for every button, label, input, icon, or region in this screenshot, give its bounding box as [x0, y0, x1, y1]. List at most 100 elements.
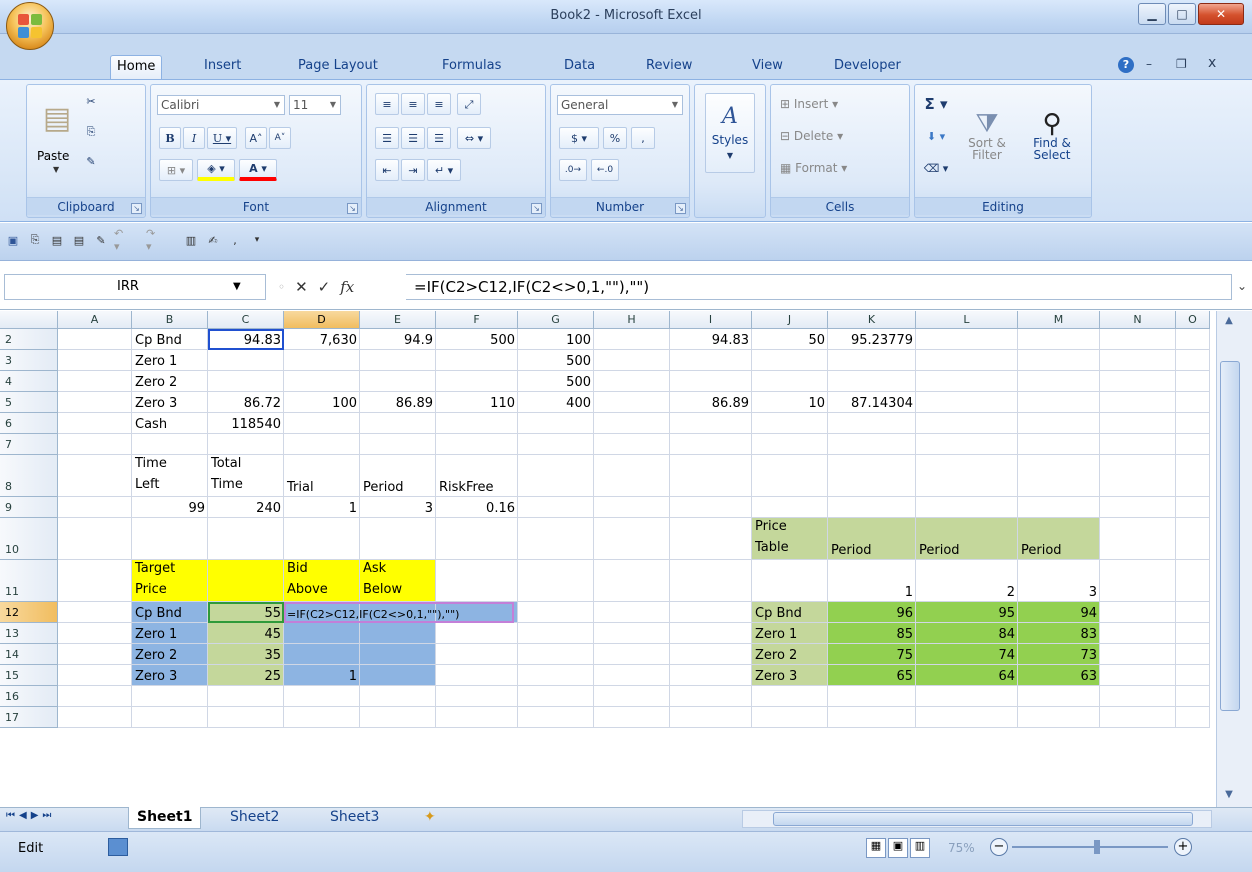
shrink-font-icon[interactable]: A˅	[269, 127, 291, 149]
maximize-button[interactable]: □	[1168, 3, 1196, 25]
doc-close-button[interactable]: x	[1208, 55, 1216, 71]
cell-g3[interactable]: 500	[518, 350, 594, 371]
cell-m13[interactable]: 83	[1018, 623, 1100, 644]
cell-e11[interactable]: Ask Below	[360, 560, 436, 602]
cell-c12[interactable]: 55	[208, 602, 284, 623]
expand-formula-bar-icon[interactable]: ⌄	[1234, 274, 1250, 300]
row-header-8[interactable]: 8	[0, 455, 58, 497]
cell-k2[interactable]: 95.23779	[828, 329, 916, 350]
redo-icon[interactable]: ↷ ▾	[146, 227, 164, 253]
cell-i5[interactable]: 86.89	[670, 392, 752, 413]
close-button[interactable]: ✕	[1198, 3, 1244, 25]
cell-l15[interactable]: 64	[916, 665, 1018, 686]
office-button[interactable]	[6, 2, 54, 50]
horizontal-scrollbar[interactable]	[742, 810, 1212, 828]
zoom-slider[interactable]	[1012, 846, 1168, 848]
doc-restore-button[interactable]: ❐	[1176, 57, 1187, 71]
row-header-2[interactable]: 2	[0, 329, 58, 350]
cell-b6[interactable]: Cash	[132, 413, 208, 434]
sheet-tab-sheet2[interactable]: Sheet2	[222, 807, 287, 829]
sort-filter-button[interactable]: ⧩ Sort & Filter	[957, 91, 1017, 181]
column-header-c[interactable]: C	[208, 311, 284, 329]
cell-c6[interactable]: 118540	[208, 413, 284, 434]
cell-d2[interactable]: 7,630	[284, 329, 360, 350]
cell-b13[interactable]: Zero 1	[132, 623, 208, 644]
cell-m12[interactable]: 94	[1018, 602, 1100, 623]
cell-b8[interactable]: Time Left	[132, 455, 208, 497]
font-launcher-icon[interactable]: ↘	[347, 203, 358, 214]
cell-f9[interactable]: 0.16	[436, 497, 518, 518]
chevron-down-icon[interactable]: ▼	[233, 275, 241, 299]
format-painter-icon[interactable]: ✎	[81, 151, 101, 171]
cell-k11[interactable]: 1	[828, 560, 916, 602]
cell-b4[interactable]: Zero 2	[132, 371, 208, 392]
row-header-17[interactable]: 17	[0, 707, 58, 728]
align-left-icon[interactable]: ☰	[375, 127, 399, 149]
cell-f8[interactable]: RiskFree	[436, 455, 518, 497]
cell-d8[interactable]: Trial	[284, 455, 360, 497]
cell-c15[interactable]: 25	[208, 665, 284, 686]
align-middle-icon[interactable]: ≡	[401, 93, 425, 115]
column-header-b[interactable]: B	[132, 311, 208, 329]
paste-icon[interactable]: ▤	[48, 231, 66, 249]
normal-view-icon[interactable]: ▦	[866, 838, 886, 858]
cell-j10[interactable]: Price Table	[752, 518, 828, 560]
format-cells-button[interactable]: ▦ Format ▾	[779, 157, 889, 179]
column-header-m[interactable]: M	[1018, 311, 1100, 329]
font-name-combo[interactable]: Calibri ▼	[157, 95, 285, 115]
tab-data[interactable]: Data	[558, 55, 601, 79]
row-header-15[interactable]: 15	[0, 665, 58, 686]
page-break-view-icon[interactable]: ▥	[910, 838, 930, 858]
zoom-in-icon[interactable]: +	[1174, 838, 1192, 856]
align-center-icon[interactable]: ☰	[401, 127, 425, 149]
italic-button[interactable]: I	[183, 127, 205, 149]
cell-k14[interactable]: 75	[828, 644, 916, 665]
copy-icon[interactable]: ⎘	[26, 231, 44, 249]
cell-m11[interactable]: 3	[1018, 560, 1100, 602]
align-top-icon[interactable]: ≡	[375, 93, 399, 115]
cell-c2[interactable]: 94.83	[208, 329, 284, 350]
cell-e2[interactable]: 94.9	[360, 329, 436, 350]
cell-l10[interactable]: Period	[916, 518, 1018, 560]
styles-button[interactable]: A Styles ▼	[705, 93, 755, 173]
worksheet-grid[interactable]: A B C D E F G H I J K L M N O 2 3 4 5 6 7 8 9 10 11 12 13 14 15 16 17 C…	[0, 311, 1216, 807]
tab-home[interactable]: Home	[110, 55, 163, 79]
tab-formulas[interactable]: Formulas	[436, 55, 507, 79]
fill-color-button[interactable]: ◈ ▾	[197, 159, 235, 181]
column-header-n[interactable]: N	[1100, 311, 1176, 329]
column-header-i[interactable]: I	[670, 311, 752, 329]
align-right-icon[interactable]: ☰	[427, 127, 451, 149]
row-header-4[interactable]: 4	[0, 371, 58, 392]
row-header-13[interactable]: 13	[0, 623, 58, 644]
autosum-icon[interactable]: Σ ▾	[921, 93, 951, 115]
column-header-o[interactable]: O	[1176, 311, 1210, 329]
paste-special-icon[interactable]: ▤	[70, 231, 88, 249]
enter-icon[interactable]: ✓	[318, 278, 331, 296]
cell-c8[interactable]: Total Time	[208, 455, 284, 497]
cell-l12[interactable]: 95	[916, 602, 1018, 623]
cell-l13[interactable]: 84	[916, 623, 1018, 644]
page-layout-view-icon[interactable]: ▣	[888, 838, 908, 858]
cut-icon[interactable]: ✂	[81, 91, 101, 111]
cell-j5[interactable]: 10	[752, 392, 828, 413]
column-header-e[interactable]: E	[360, 311, 436, 329]
column-header-g[interactable]: G	[518, 311, 594, 329]
brush-icon[interactable]: ✍	[204, 231, 222, 249]
row-header-14[interactable]: 14	[0, 644, 58, 665]
increase-indent-icon[interactable]: ⇥	[401, 159, 425, 181]
row-header-12[interactable]: 12	[0, 602, 58, 623]
cell-k12[interactable]: 96	[828, 602, 916, 623]
row-header-11[interactable]: 11	[0, 560, 58, 602]
column-header-d[interactable]: D	[284, 311, 360, 329]
sheet-nav-icon[interactable]: ⏮◀▶⏭	[6, 810, 55, 821]
row-header-16[interactable]: 16	[0, 686, 58, 707]
cell-f5[interactable]: 110	[436, 392, 518, 413]
horizontal-scroll-thumb[interactable]	[773, 812, 1193, 826]
help-icon[interactable]: ?	[1118, 57, 1134, 73]
column-header-h[interactable]: H	[594, 311, 670, 329]
cell-g4[interactable]: 500	[518, 371, 594, 392]
tab-developer[interactable]: Developer	[828, 55, 907, 79]
increase-decimal-icon[interactable]: .0→	[559, 159, 587, 181]
cell-b3[interactable]: Zero 1	[132, 350, 208, 371]
cell-g2[interactable]: 100	[518, 329, 594, 350]
